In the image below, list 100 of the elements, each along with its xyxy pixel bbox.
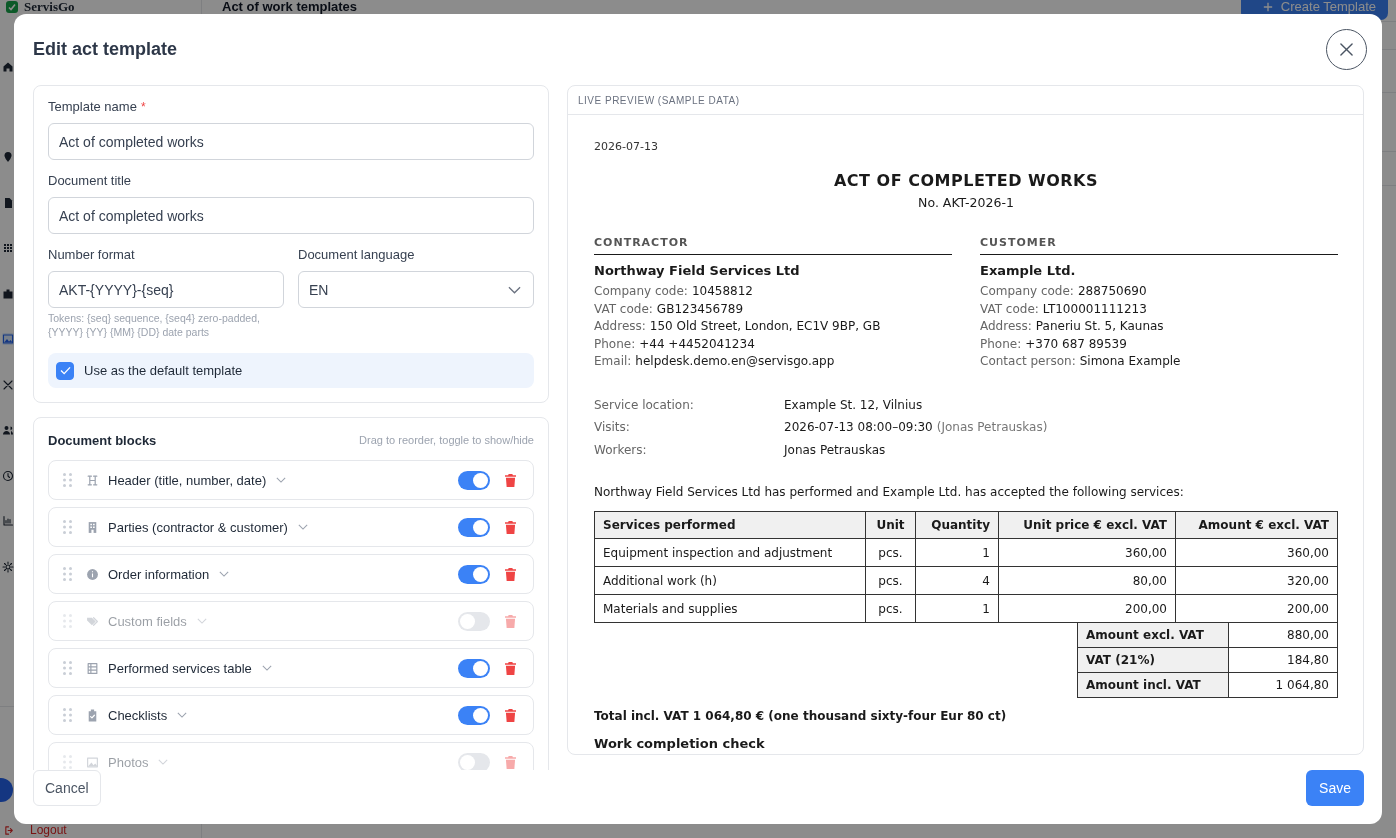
trash-icon[interactable] (505, 473, 516, 487)
column-header: Services performed (594, 511, 866, 539)
table-cell: 80,00 (998, 566, 1176, 595)
close-icon (1340, 43, 1353, 56)
table-cell: 4 (915, 566, 999, 595)
table-cell: 1 (915, 594, 999, 623)
close-button[interactable] (1326, 29, 1367, 70)
visibility-toggle[interactable] (458, 658, 490, 678)
plus-icon (1262, 2, 1273, 12)
block-row[interactable]: Performed services table (48, 648, 534, 688)
detail-label: Address: (980, 318, 1032, 335)
detail-value: Paneriu St. 5, Kaunas (1035, 318, 1164, 335)
party-name: Example Ltd. (980, 263, 1077, 279)
table-cell: Equipment inspection and adjustment (594, 538, 866, 567)
visibility-toggle[interactable] (458, 611, 490, 631)
chevron-down-icon[interactable] (177, 712, 188, 718)
briefcase-icon[interactable] (2, 287, 14, 300)
detail-value: +370 687 89539 (1025, 335, 1127, 353)
field-label: Document title (48, 173, 132, 189)
pin-icon[interactable] (2, 151, 14, 163)
chevron-down-icon[interactable] (276, 477, 287, 483)
field-label: Number format (48, 247, 135, 263)
gear-icon[interactable] (2, 560, 14, 573)
checkbox-label[interactable]: Use as the default template (84, 363, 243, 378)
block-row[interactable]: Checklists (48, 695, 534, 735)
heading-icon (86, 473, 99, 487)
table-cell: pcs. (865, 594, 916, 623)
visibility-toggle[interactable] (458, 705, 490, 725)
drag-handle-icon[interactable] (63, 708, 72, 722)
document-number: No. AKT-2026-1 (917, 195, 1015, 211)
language-select[interactable]: EN (298, 271, 534, 308)
document-title-input[interactable]: Act of completed works (48, 197, 534, 234)
visibility-toggle[interactable] (458, 470, 490, 490)
visibility-toggle[interactable] (458, 752, 490, 770)
table-cell: 360,00 (1175, 538, 1338, 567)
table-cell: Materials and supplies (594, 594, 866, 623)
block-label: Custom fields (108, 614, 187, 628)
chart-icon[interactable] (2, 515, 14, 527)
chevron-down-icon[interactable] (261, 665, 272, 671)
detail-label: VAT code: (594, 300, 653, 318)
detail-label: Company code: (594, 283, 688, 300)
detail-label: VAT code: (980, 300, 1039, 318)
drag-handle-icon[interactable] (63, 567, 72, 581)
column-header: Unit (865, 511, 916, 539)
info-icon (86, 567, 99, 581)
cancel-button[interactable]: Cancel (33, 770, 101, 806)
section-hint: Drag to reorder, toggle to show/hide (359, 434, 534, 446)
save-button[interactable]: Save (1306, 770, 1364, 806)
drag-handle-icon[interactable] (63, 755, 72, 769)
app-logo-text: ServisGo (24, 0, 75, 14)
totals-label-cell: Amount incl. VAT (1077, 672, 1229, 698)
visibility-toggle[interactable] (458, 517, 490, 537)
chevron-down-icon[interactable] (219, 571, 230, 577)
image-icon[interactable] (2, 333, 14, 345)
trash-icon[interactable] (505, 708, 516, 722)
visibility-toggle[interactable] (458, 564, 490, 584)
table-cell: 320,00 (1175, 566, 1338, 595)
dialog-title: Edit act template (33, 39, 178, 60)
trash-icon[interactable] (505, 661, 516, 675)
field-label: Document language (298, 247, 415, 263)
house-icon[interactable] (2, 61, 14, 73)
trash-icon[interactable] (505, 755, 516, 769)
logout-icon[interactable] (4, 825, 15, 836)
block-label: Parties (contractor & customer) (108, 520, 288, 534)
trash-icon[interactable] (505, 520, 516, 534)
tools-icon[interactable] (2, 378, 14, 391)
total-in-words: Total incl. VAT 1 064,80 € (one thousand sixty-four Eur 80 ct) (594, 708, 1008, 724)
clock-icon[interactable] (2, 469, 14, 482)
building-icon (86, 520, 99, 534)
document-title: ACT OF COMPLETED WORKS (833, 172, 1099, 189)
trash-icon[interactable] (505, 567, 516, 581)
table-cell: pcs. (865, 538, 916, 567)
template-name-input[interactable]: Act of completed works (48, 123, 534, 160)
chevron-down-icon[interactable] (297, 524, 308, 530)
block-row[interactable]: Order information (48, 554, 534, 594)
info-label: Workers: (594, 441, 648, 459)
required-mark: * (140, 99, 146, 115)
totals-value-cell: 880,00 (1228, 622, 1338, 648)
detail-value: 288750690 (1077, 283, 1147, 300)
default-checkbox[interactable] (56, 361, 74, 380)
drag-handle-icon[interactable] (63, 661, 72, 675)
number-format-input[interactable]: AKT-{YYYY}-{seq} (48, 271, 284, 308)
table-cell: pcs. (865, 566, 916, 595)
column-header: Unit price € excl. VAT (998, 511, 1176, 539)
drag-handle-icon[interactable] (63, 614, 72, 628)
drag-handle-icon[interactable] (63, 473, 72, 487)
block-row[interactable]: Parties (contractor & customer) (48, 507, 534, 547)
grid-icon[interactable] (2, 242, 14, 254)
trash-icon[interactable] (505, 614, 516, 628)
tags-icon (86, 614, 99, 628)
block-row[interactable]: Header (title, number, date) (48, 460, 534, 500)
drag-handle-icon[interactable] (63, 520, 72, 534)
detail-value: Simona Example (1079, 353, 1181, 370)
totals-value-cell: 1 064,80 (1228, 672, 1338, 698)
people-icon[interactable] (2, 424, 14, 436)
preview-heading: LIVE PREVIEW (SAMPLE DATA) (578, 94, 740, 106)
block-label: Header (title, number, date) (108, 473, 267, 487)
check-icon (59, 366, 71, 375)
totals-label-cell: Amount excl. VAT (1077, 622, 1229, 648)
info-value: Jonas Petrauskas (784, 441, 886, 459)
